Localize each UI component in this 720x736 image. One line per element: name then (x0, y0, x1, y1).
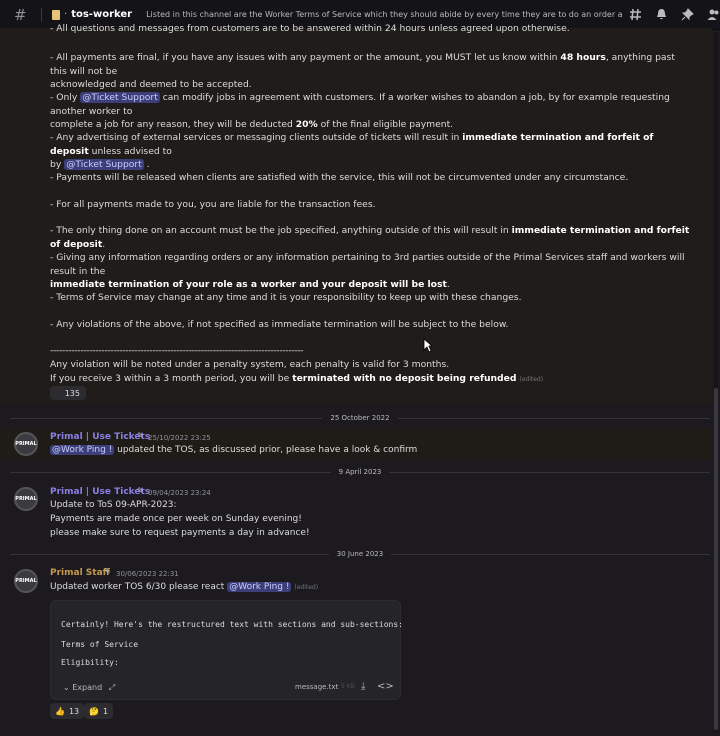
work-ping-mention[interactable]: @Work Ping ! (50, 445, 115, 455)
attachment-preview-line: Eligibility: (61, 658, 119, 667)
channel-name: tos-worker (71, 9, 133, 20)
message-content: Updated worker TOS 6/30 please react @Wo… (50, 582, 319, 592)
message-line: Payments are made once per week on Sunda… (50, 514, 302, 524)
tos-line: - Terms of Service may change at any tim… (50, 292, 522, 303)
avatar[interactable]: PRIMAL (14, 569, 38, 593)
message-timestamp: 30/06/2023 22:31 (116, 570, 179, 578)
avatar[interactable]: PRIMAL (14, 432, 38, 456)
work-ping-mention[interactable]: @Work Ping ! (227, 582, 292, 592)
tos-message: - All questions and messages from custom… (0, 23, 712, 404)
reaction-button[interactable]: 🤔 1 (84, 703, 114, 719)
tos-line: - For all payments made to you, you are … (50, 199, 376, 210)
mouse-cursor-icon (423, 338, 433, 353)
reaction-button[interactable]: 135 (50, 386, 86, 400)
ticket-support-mention[interactable]: @Ticket Support (64, 159, 144, 170)
view-source-icon[interactable]: <> (377, 681, 394, 692)
member-list-icon[interactable] (706, 8, 720, 22)
avatar[interactable]: PRIMAL (14, 487, 38, 511)
header-toolbar (628, 8, 720, 22)
edited-label: (edited) (519, 375, 544, 383)
tos-line: - All payments are final, if you have an… (50, 52, 675, 90)
channel-dot-icon: · (64, 9, 68, 20)
tos-line: - Payments will be released when clients… (50, 172, 629, 183)
attachment-size: 5 KB (341, 683, 355, 690)
expand-button[interactable]: ⌄ Expand ⤢ (63, 683, 115, 693)
tos-line: - Any advertising of external services o… (50, 132, 654, 170)
tos-line: - Only @Ticket Support can modify jobs i… (50, 92, 670, 130)
pin-icon[interactable] (680, 8, 694, 22)
reaction-count: 13 (68, 706, 80, 716)
edited-label: (edited) (294, 584, 319, 591)
tos-line: - The only thing done on an account must… (50, 225, 690, 250)
channel-topic[interactable]: Listed in this channel are the Worker Te… (146, 10, 622, 19)
tos-line: - Any violations of the above, if not sp… (50, 319, 509, 330)
reaction-button[interactable]: 👍 13 (50, 703, 85, 719)
role-icon: ✎ (137, 431, 144, 440)
message-author[interactable]: Primal Staff (50, 568, 110, 578)
message-author[interactable]: Primal | Use Tickets (50, 487, 150, 497)
reaction-count: 1 (102, 706, 109, 716)
threads-icon[interactable] (628, 8, 642, 22)
message-timestamp: 25/10/2022 23:25 (148, 434, 211, 442)
header-divider (41, 7, 43, 22)
hash-icon: # (14, 5, 27, 24)
scrollbar-thumb[interactable] (714, 388, 718, 730)
chevron-down-icon: ⌄ (63, 683, 70, 692)
date-divider: 30 June 2023 (10, 549, 711, 559)
attachment-preview-line: Certainly! Here's the restructured text … (61, 620, 403, 629)
attachment-preview-line: Terms of Service (61, 640, 139, 649)
role-icon: ✎ (104, 567, 111, 576)
tos-line: - All questions and messages from custom… (50, 23, 570, 34)
message-author[interactable]: Primal | Use Tickets (50, 432, 150, 442)
download-icon[interactable]: ⤓ (361, 681, 365, 692)
reaction-count: 135 (64, 388, 80, 398)
rules-channel-icon (52, 9, 61, 20)
message-line: Update to ToS 09-APR-2023: (50, 500, 177, 510)
thumbs-up-icon: 👍 (55, 706, 65, 716)
file-attachment: Certainly! Here's the restructured text … (50, 600, 403, 700)
role-icon: ✎ (137, 486, 144, 495)
message-content: @Work Ping ! updated the TOS, as discuss… (50, 445, 418, 455)
tos-separator: ----------------------------------------… (50, 345, 304, 356)
tos-line: - Giving any information regarding order… (50, 252, 685, 290)
ticket-support-mention[interactable]: @Ticket Support (80, 92, 160, 103)
notification-bell-icon[interactable] (654, 8, 668, 22)
tos-line: Any violation will be noted under a pena… (50, 359, 544, 384)
attachment-filename[interactable]: message.txt (295, 683, 338, 691)
date-divider: 9 April 2023 (10, 467, 710, 477)
message-timestamp: 09/04/2023 23:24 (148, 489, 211, 497)
date-divider: 25 October 2022 (10, 413, 710, 423)
thinking-icon: 🤔 (89, 706, 99, 716)
fullscreen-icon[interactable]: ⤢ (109, 683, 115, 692)
message-line: please make sure to request payments a d… (50, 528, 310, 538)
